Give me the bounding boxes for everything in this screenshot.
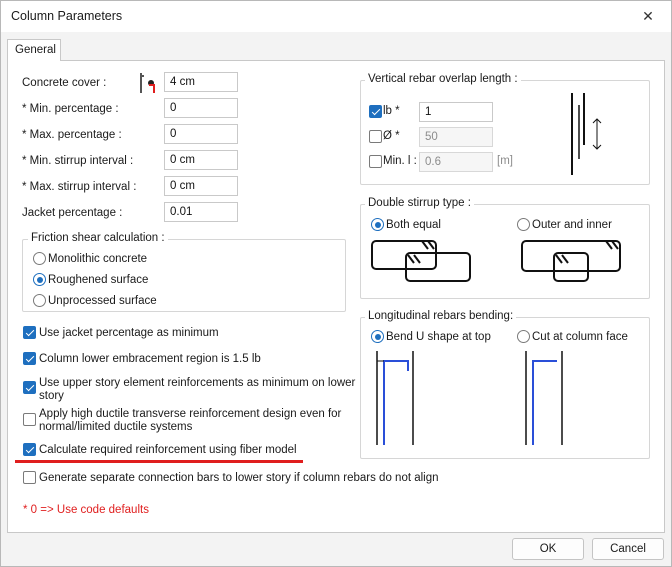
separate-connection-label: Generate separate connection bars to low… [39, 472, 439, 484]
close-icon[interactable]: ✕ [625, 1, 671, 32]
max-percentage-label: * Max. percentage : [22, 129, 122, 141]
highlight-underline [15, 460, 303, 463]
upper-story-label-line1: Use upper story element reinforcements a… [39, 377, 356, 389]
monolithic-label: Monolithic concrete [48, 253, 148, 265]
ok-button[interactable]: OK [512, 538, 584, 560]
max-stirrup-label: * Max. stirrup interval : [22, 181, 137, 193]
both-equal-stirrup-icon [370, 237, 473, 285]
title-bar: Column Parameters ✕ [1, 1, 671, 32]
phi-label: Ø * [383, 130, 400, 142]
window-title: Column Parameters [11, 9, 123, 23]
upper-story-label-line2: story [39, 390, 64, 402]
friction-group-title: Friction shear calculation : [28, 232, 168, 244]
fiber-model-label: Calculate required reinforcement using f… [39, 444, 297, 456]
double-stirrup-title: Double stirrup type : [365, 197, 474, 209]
outer-inner-radio[interactable] [517, 218, 530, 231]
fiber-model-checkbox[interactable] [23, 443, 36, 456]
cover-icon[interactable] [139, 72, 161, 94]
high-ductile-label-line1: Apply high ductile transverse reinforcem… [39, 408, 342, 420]
unprocessed-radio[interactable] [33, 294, 46, 307]
outer-inner-label: Outer and inner [532, 219, 612, 231]
concrete-cover-label: Concrete cover : [22, 77, 107, 89]
lower-embracement-checkbox[interactable] [23, 352, 36, 365]
high-ductile-checkbox[interactable] [23, 413, 36, 426]
column-parameters-dialog: Column Parameters ✕ General Concrete cov… [0, 0, 672, 567]
bending-title: Longitudinal rebars bending: [365, 310, 517, 322]
phi-input[interactable] [419, 127, 493, 147]
min-stirrup-label: * Min. stirrup interval : [22, 155, 134, 167]
concrete-cover-input[interactable] [164, 72, 238, 92]
use-jacket-label: Use jacket percentage as minimum [39, 327, 219, 339]
min-l-unit: [m] [497, 155, 513, 167]
upper-story-checkbox[interactable] [23, 381, 36, 394]
code-defaults-note: * 0 => Use code defaults [23, 504, 149, 516]
bend-u-diagram-icon [376, 349, 416, 447]
min-stirrup-input[interactable] [164, 150, 238, 170]
cut-face-diagram-icon [525, 349, 565, 447]
cut-face-label: Cut at column face [532, 331, 628, 343]
use-jacket-checkbox[interactable] [23, 326, 36, 339]
high-ductile-label-line2: normal/limited ductile systems [39, 421, 193, 433]
jacket-percentage-label: Jacket percentage : [22, 207, 123, 219]
lb-input[interactable] [419, 102, 493, 122]
min-l-input[interactable] [419, 152, 493, 172]
unprocessed-label: Unprocessed surface [48, 295, 157, 307]
lb-label: lb * [383, 105, 400, 117]
max-percentage-input[interactable] [164, 124, 238, 144]
outer-inner-stirrup-icon [520, 237, 623, 285]
overlap-group-title: Vertical rebar overlap length : [365, 73, 521, 85]
bend-u-radio[interactable] [371, 330, 384, 343]
jacket-percentage-input[interactable] [164, 202, 238, 222]
bend-u-label: Bend U shape at top [386, 331, 491, 343]
min-percentage-input[interactable] [164, 98, 238, 118]
lb-checkbox[interactable] [369, 105, 382, 118]
min-l-checkbox[interactable] [369, 155, 382, 168]
phi-checkbox[interactable] [369, 130, 382, 143]
cut-face-radio[interactable] [517, 330, 530, 343]
min-percentage-label: * Min. percentage : [22, 103, 119, 115]
cancel-button[interactable]: Cancel [592, 538, 664, 560]
separate-connection-checkbox[interactable] [23, 471, 36, 484]
both-equal-label: Both equal [386, 219, 441, 231]
both-equal-radio[interactable] [371, 218, 384, 231]
lower-embracement-label: Column lower embracement region is 1.5 l… [39, 353, 261, 365]
monolithic-radio[interactable] [33, 252, 46, 265]
min-l-label: Min. l : [383, 155, 417, 167]
max-stirrup-input[interactable] [164, 176, 238, 196]
overlap-diagram-icon [547, 91, 629, 177]
roughened-label: Roughened surface [48, 274, 149, 286]
roughened-radio[interactable] [33, 273, 46, 286]
tab-general[interactable]: General [7, 39, 61, 61]
